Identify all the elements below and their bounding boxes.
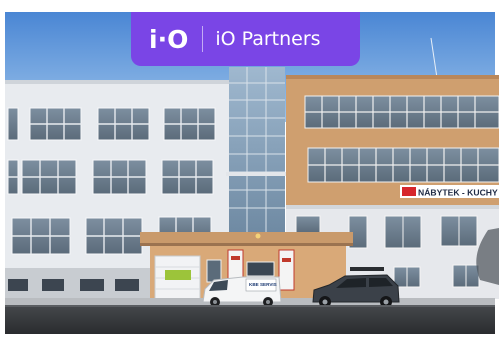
van-text: KBE SERVIS	[249, 282, 277, 287]
office-building-photo: NÁBYTEK - KUCHY KBE SERVIS i·O iO Partne…	[0, 0, 499, 338]
storefront-sign-text: NÁBYTEK - KUCHY	[418, 188, 498, 198]
badge-divider	[202, 26, 204, 52]
white-van: KBE SERVIS	[202, 276, 282, 307]
entrance-canopy	[140, 232, 353, 244]
road	[5, 305, 495, 334]
io-logo-mark: i·O	[149, 24, 189, 54]
io-partners-badge: i·O iO Partners	[131, 12, 360, 66]
brand-name: iO Partners	[215, 27, 321, 50]
